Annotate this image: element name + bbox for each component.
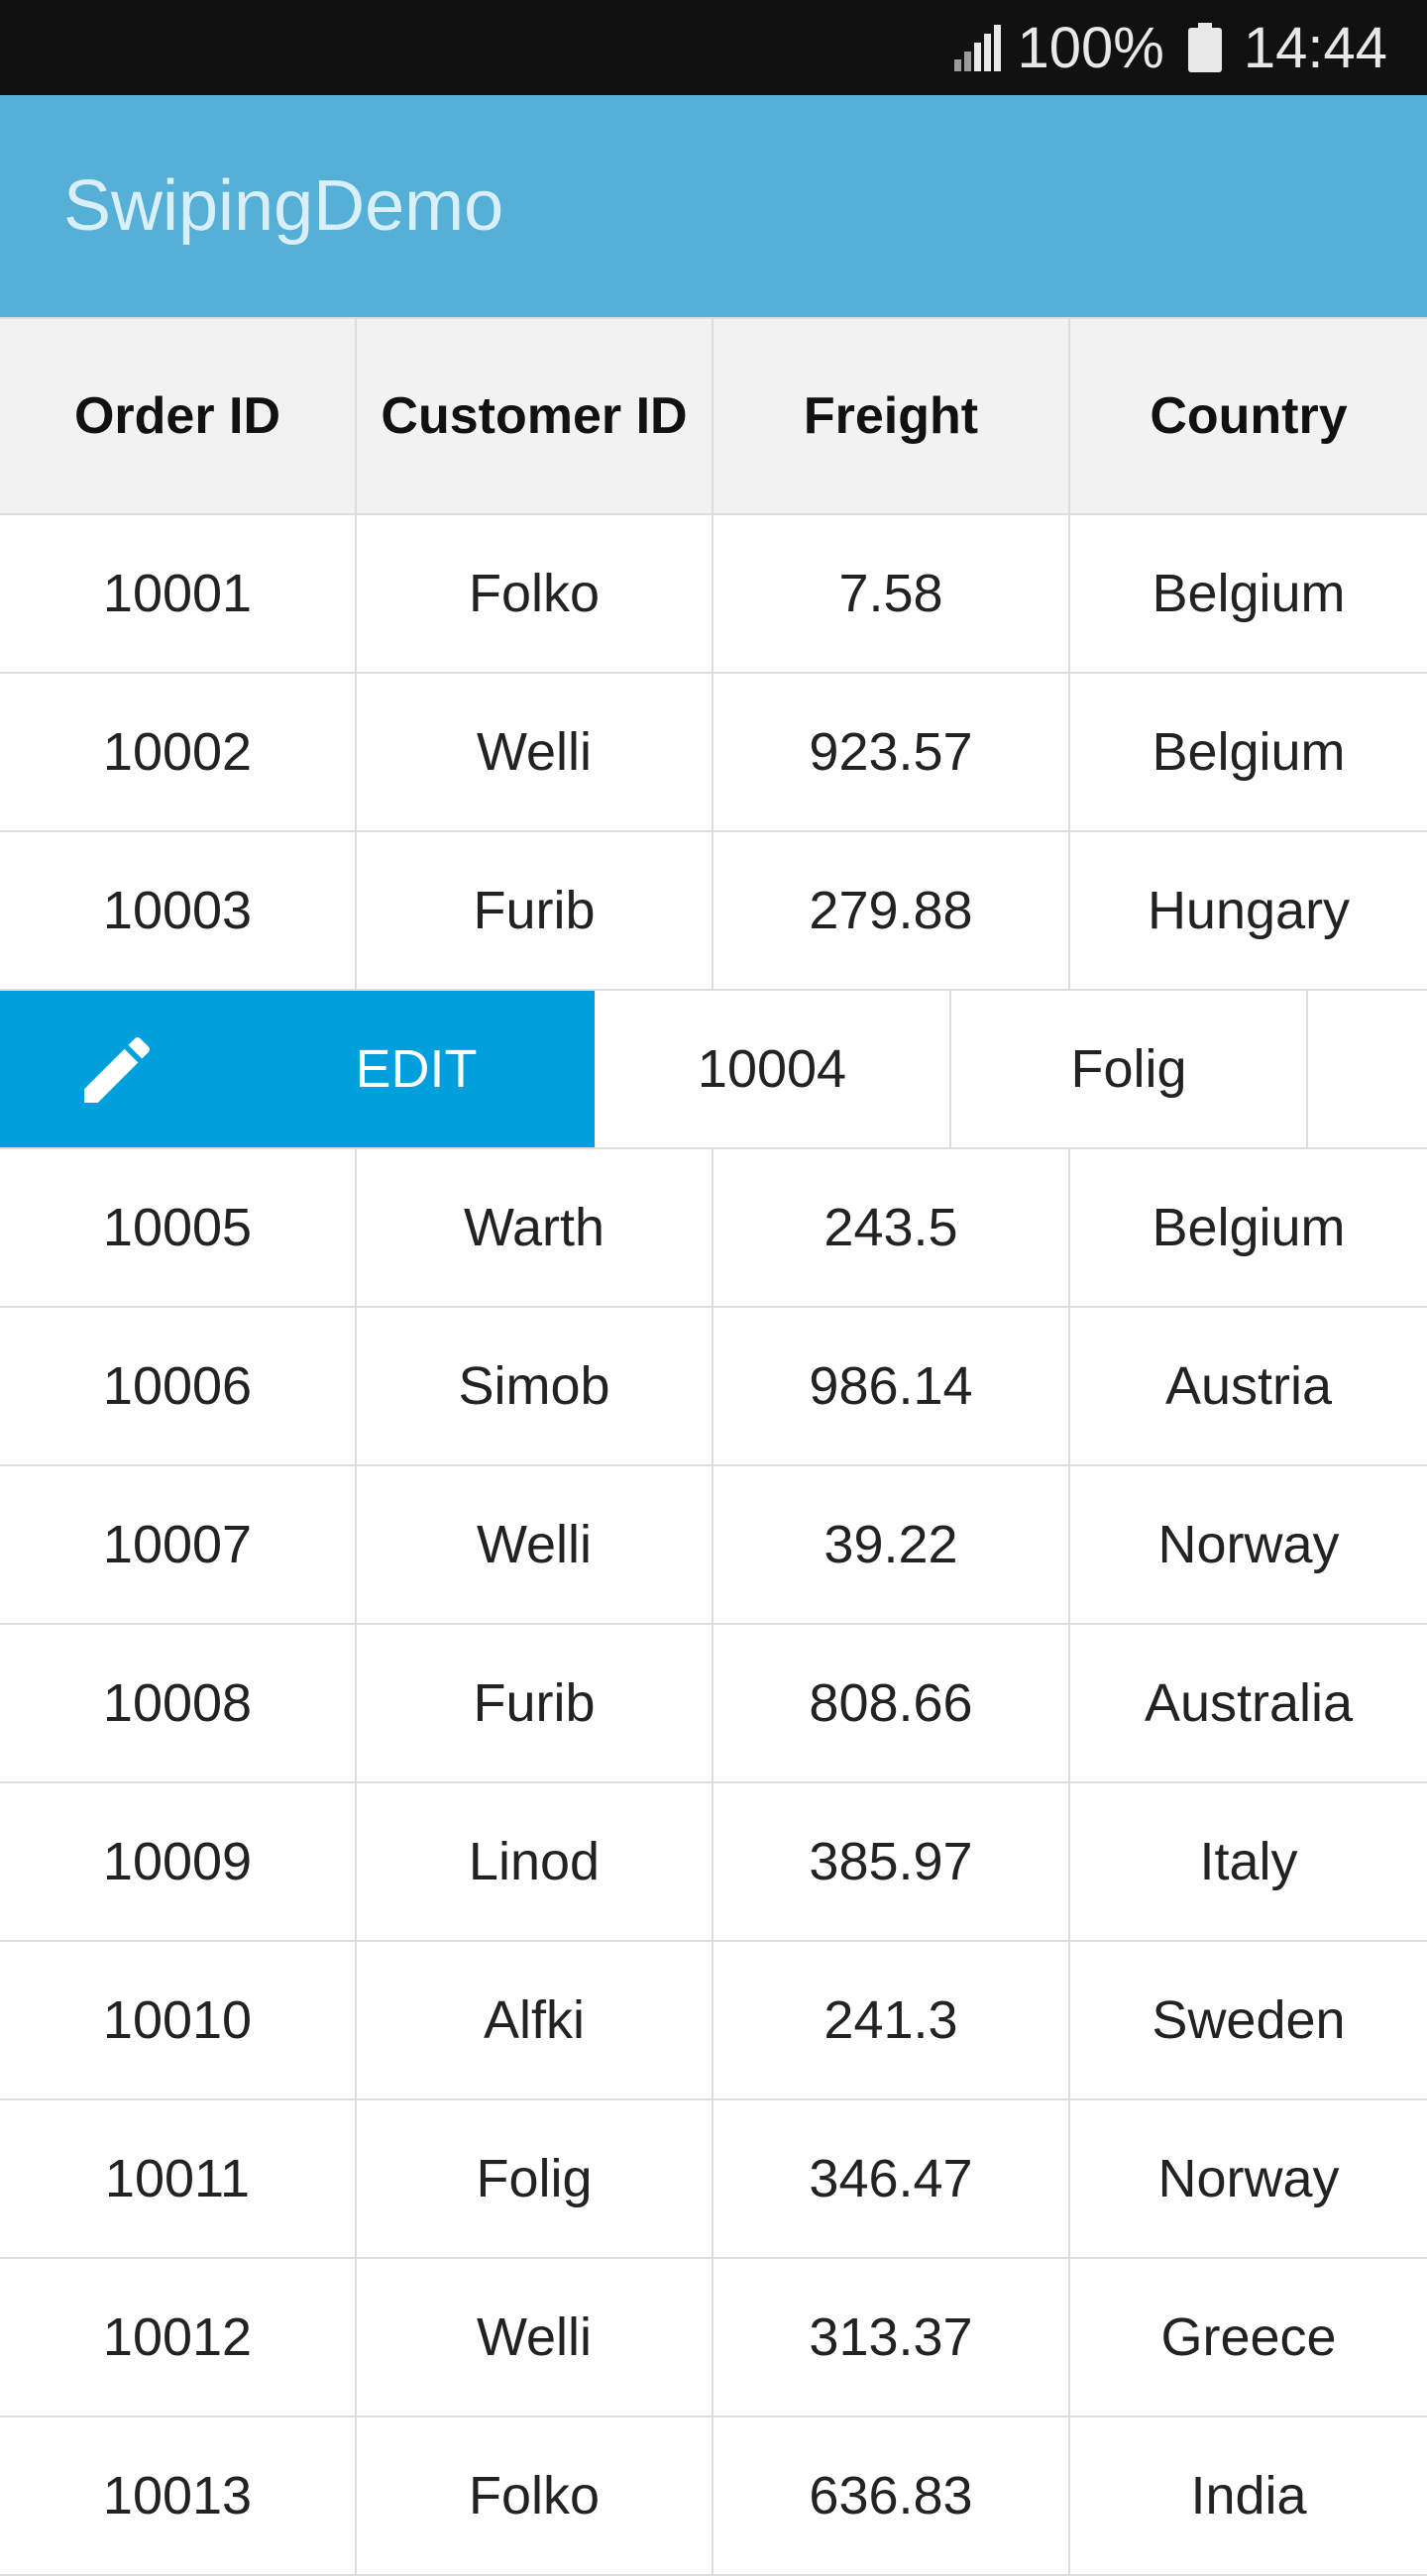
table-row[interactable]: 10003 Furib 279.88 Hungary bbox=[0, 832, 1427, 991]
cell-customer-id: Folig bbox=[951, 991, 1308, 1147]
cell-customer-id: Warth bbox=[357, 1149, 714, 1306]
cell-order-id: 10007 bbox=[0, 1466, 357, 1623]
cell-country: Greece bbox=[1160, 2308, 1337, 2367]
rows-before: 10001 Folko 7.58 Belgium 10002 Welli 923.57 Bel… bbox=[0, 515, 1427, 991]
battery-icon bbox=[1187, 23, 1222, 72]
cell-order-id: 10013 bbox=[0, 2417, 357, 2574]
table-row[interactable]: 10007 Welli 39.22 Norway bbox=[0, 1466, 1427, 1625]
status-bar: 100% 14:44 bbox=[0, 0, 1427, 95]
cell-country: Belgium bbox=[1152, 1198, 1346, 1257]
cell-freight: 7.58 bbox=[714, 515, 1070, 672]
cell-country: Hungary bbox=[1147, 881, 1351, 940]
cell-country: Norway bbox=[1157, 1515, 1340, 1574]
cell-customer-id: Folko bbox=[357, 515, 714, 672]
clock: 14:44 bbox=[1243, 15, 1387, 80]
table-row[interactable]: 10001 Folko 7.58 Belgium bbox=[0, 515, 1427, 674]
cell-customer-id: Simob bbox=[357, 1308, 714, 1464]
cell-freight: 986.14 bbox=[714, 1308, 1070, 1464]
table-row[interactable]: 10006 Simob 986.14 Austria bbox=[0, 1308, 1427, 1466]
pencil-icon bbox=[84, 1036, 151, 1103]
app-bar: SwipingDemo bbox=[0, 95, 1427, 317]
cell-order-id: 10011 bbox=[0, 2100, 357, 2257]
cell-customer-id: Welli bbox=[357, 1466, 714, 1623]
cell-order-id: 10010 bbox=[0, 1942, 357, 2098]
cell-customer-id: Folig bbox=[357, 2100, 714, 2257]
cell-order-id: 10006 bbox=[0, 1308, 357, 1464]
table-row[interactable]: 10002 Welli 923.57 Belgium bbox=[0, 674, 1427, 832]
header-freight[interactable]: Freight bbox=[714, 319, 1070, 513]
cell-country: Norway bbox=[1157, 2149, 1340, 2208]
cell-freight: 346.47 bbox=[714, 2100, 1070, 2257]
cell-freight: 4 bbox=[1308, 991, 1427, 1147]
rows-after: 10005 Warth 243.5 Belgium 10006 Simob 986.14 Au… bbox=[0, 1149, 1427, 2576]
table-row[interactable]: 10011 Folig 346.47 Norway bbox=[0, 2100, 1427, 2259]
status-indicators: 100% 14:44 bbox=[952, 0, 1387, 95]
signal-icon bbox=[953, 25, 1001, 71]
swiped-row-cells: 10004 Folig 4 bbox=[595, 991, 1427, 1147]
cell-customer-id: Welli bbox=[357, 674, 714, 830]
cell-order-id: 10004 bbox=[595, 991, 951, 1147]
edit-swipe-button[interactable]: EDIT bbox=[0, 991, 595, 1147]
cell-freight: 385.97 bbox=[714, 1783, 1070, 1940]
header-customer-id[interactable]: Customer ID bbox=[357, 319, 714, 513]
table-row[interactable]: 10008 Furib 808.66 Australia bbox=[0, 1625, 1427, 1783]
cell-country: Italy bbox=[1199, 1832, 1298, 1891]
cell-freight: 243.5 bbox=[714, 1149, 1070, 1306]
cell-order-id: 10009 bbox=[0, 1783, 357, 1940]
table-row[interactable]: 10010 Alfki 241.3 Sweden bbox=[0, 1942, 1427, 2100]
table-row[interactable]: 10013 Folko 636.83 India bbox=[0, 2417, 1427, 2576]
cell-country: Austria bbox=[1164, 1356, 1333, 1416]
cell-freight: 39.22 bbox=[714, 1466, 1070, 1623]
cell-freight: 313.37 bbox=[714, 2259, 1070, 2415]
cell-country: India bbox=[1190, 2466, 1307, 2525]
cell-freight: 636.83 bbox=[714, 2417, 1070, 2574]
app-title: SwipingDemo bbox=[63, 166, 504, 246]
cell-freight: 923.57 bbox=[714, 674, 1070, 830]
table-row[interactable]: 10009 Linod 385.97 Italy bbox=[0, 1783, 1427, 1942]
cell-customer-id: Linod bbox=[357, 1783, 714, 1940]
cell-order-id: 10003 bbox=[0, 832, 357, 989]
cell-customer-id: Furib bbox=[357, 1625, 714, 1781]
cell-customer-id: Furib bbox=[357, 832, 714, 989]
data-grid[interactable]: Order ID Customer ID Freight Country 100… bbox=[0, 317, 1427, 2576]
grid-header-row: Order ID Customer ID Freight Country bbox=[0, 317, 1427, 515]
cell-country: Australia bbox=[1144, 1673, 1354, 1733]
cell-country: Belgium bbox=[1152, 722, 1346, 782]
swiped-table-row[interactable]: EDIT 10004 Folig 4 bbox=[0, 991, 1427, 1149]
cell-order-id: 10002 bbox=[0, 674, 357, 830]
cell-order-id: 10005 bbox=[0, 1149, 357, 1306]
battery-percent: 100% bbox=[1017, 15, 1164, 80]
cell-order-id: 10012 bbox=[0, 2259, 357, 2415]
cell-freight: 808.66 bbox=[714, 1625, 1070, 1781]
cell-customer-id: Folko bbox=[357, 2417, 714, 2574]
cell-freight: 241.3 bbox=[714, 1942, 1070, 2098]
cell-order-id: 10001 bbox=[0, 515, 357, 672]
cell-country: Belgium bbox=[1152, 564, 1346, 623]
cell-freight: 279.88 bbox=[714, 832, 1070, 989]
cell-order-id: 10008 bbox=[0, 1625, 357, 1781]
cell-customer-id: Welli bbox=[357, 2259, 714, 2415]
header-country[interactable]: Country bbox=[1070, 319, 1427, 513]
table-row[interactable]: 10012 Welli 313.37 Greece bbox=[0, 2259, 1427, 2417]
cell-customer-id: Alfki bbox=[357, 1942, 714, 2098]
table-row[interactable]: 10005 Warth 243.5 Belgium bbox=[0, 1149, 1427, 1308]
header-order-id[interactable]: Order ID bbox=[0, 319, 357, 513]
cell-country: Sweden bbox=[1152, 1990, 1346, 2050]
